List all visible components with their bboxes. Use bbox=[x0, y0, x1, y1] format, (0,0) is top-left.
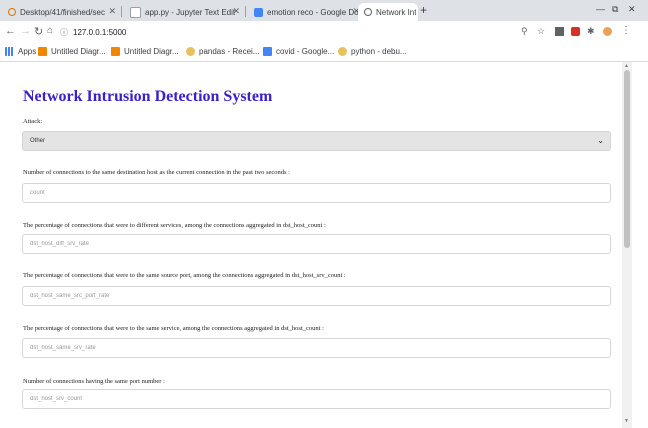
tab-desktop-finished[interactable]: Desktop/41/finished/sec ✕ bbox=[2, 3, 120, 21]
page-favicon-icon bbox=[130, 6, 141, 18]
bookmark-label: pandas - Recei... bbox=[199, 47, 260, 56]
profile-avatar-icon[interactable] bbox=[603, 27, 612, 36]
back-arrow-icon[interactable]: ← bbox=[5, 25, 16, 37]
new-tab-button[interactable]: + bbox=[420, 3, 427, 17]
count-input[interactable] bbox=[22, 183, 611, 203]
bookmark-star-icon[interactable]: ☆ bbox=[537, 26, 545, 37]
tab-emotion-reco[interactable]: emotion reco - Google Do ✕ bbox=[248, 3, 364, 21]
globe-favicon-icon bbox=[364, 8, 372, 16]
page-title: Network Intrusion Detection System bbox=[23, 88, 273, 105]
tab-separator bbox=[121, 6, 122, 17]
close-window-icon[interactable]: ✕ bbox=[628, 4, 636, 15]
home-icon[interactable]: ⌂ bbox=[47, 25, 53, 36]
menu-kebab-icon[interactable]: ⋮ bbox=[621, 25, 631, 36]
bookmark-pandas[interactable]: pandas - Recei... bbox=[186, 47, 259, 56]
docs-icon bbox=[263, 47, 272, 56]
dst-host-diff-srv-rate-label: The percentage of connections that were … bbox=[23, 222, 326, 229]
forward-arrow-icon[interactable]: → bbox=[20, 25, 31, 37]
docs-favicon-icon bbox=[254, 7, 263, 17]
dst-host-same-src-port-rate-input[interactable] bbox=[22, 286, 611, 306]
tab-separator bbox=[245, 6, 246, 17]
chevron-down-icon: ⌄ bbox=[597, 136, 604, 145]
bookmark-label: python - debu... bbox=[351, 47, 407, 56]
page-content: Network Intrusion Detection System Attac… bbox=[0, 62, 622, 428]
tab-title: app.py - Jupyter Text Edit bbox=[145, 7, 236, 17]
scrollbar-thumb[interactable] bbox=[624, 70, 630, 248]
info-icon[interactable]: ⓘ bbox=[60, 28, 68, 37]
browser-toolbar: ← → ↻ ⌂ ⓘ 127.0.0.1:5000 ⚲ ☆ ✱ ⋮ bbox=[0, 21, 648, 44]
bookmark-label: covid - Google... bbox=[276, 47, 335, 56]
reload-icon[interactable]: ↻ bbox=[34, 25, 43, 38]
close-tab-icon[interactable]: ✕ bbox=[232, 6, 240, 17]
dst-host-srv-count-input[interactable] bbox=[22, 389, 611, 409]
apps-grid-icon bbox=[5, 47, 14, 56]
extension-icon[interactable] bbox=[555, 27, 564, 36]
tab-app-py[interactable]: app.py - Jupyter Text Edit ✕ bbox=[124, 3, 244, 21]
bookmark-label: Untitled Diagr... bbox=[124, 47, 179, 56]
scroll-up-arrow-icon[interactable]: ▲ bbox=[624, 63, 629, 69]
zoom-icon[interactable]: ⚲ bbox=[521, 26, 528, 37]
minimize-icon[interactable]: — bbox=[596, 4, 605, 14]
bookmark-untitled-diagram-2[interactable]: Untitled Diagr... bbox=[111, 47, 179, 56]
pandas-icon bbox=[186, 47, 195, 56]
python-icon bbox=[338, 47, 347, 56]
tab-title: Desktop/41/finished/sec bbox=[20, 7, 105, 17]
bookmark-covid[interactable]: covid - Google... bbox=[263, 47, 334, 56]
folder-favicon-icon bbox=[8, 8, 16, 16]
bookmark-python[interactable]: python - debu... bbox=[338, 47, 407, 56]
restore-icon[interactable]: ⧉ bbox=[612, 4, 618, 15]
window-right-edge bbox=[632, 62, 648, 428]
vertical-scrollbar[interactable]: ▲ ▼ bbox=[622, 62, 632, 428]
drawio-icon bbox=[38, 47, 47, 56]
attack-select[interactable]: Other ⌄ bbox=[22, 131, 611, 151]
close-tab-icon[interactable]: ✕ bbox=[108, 6, 116, 17]
tab-network-intrusion-active[interactable]: Network Intrusion Detecti bbox=[358, 3, 418, 21]
dst-host-same-src-port-rate-label: The percentage of connections that were … bbox=[23, 272, 346, 279]
dst-host-same-srv-rate-input[interactable] bbox=[22, 338, 611, 358]
drawio-icon bbox=[111, 47, 120, 56]
count-label: Number of connections to the same destin… bbox=[23, 169, 290, 176]
scroll-down-arrow-icon[interactable]: ▼ bbox=[624, 418, 629, 424]
bookmark-apps[interactable]: Apps bbox=[5, 47, 36, 56]
bookmark-untitled-diagram-1[interactable]: Untitled Diagr... bbox=[38, 47, 106, 56]
bookmark-label: Untitled Diagr... bbox=[51, 47, 106, 56]
url-text: 127.0.0.1:5000 bbox=[73, 28, 127, 37]
tab-title: emotion reco - Google Do bbox=[267, 7, 359, 17]
tab-title: Network Intrusion Detecti bbox=[376, 7, 416, 17]
dst-host-srv-count-label: Number of connections having the same po… bbox=[23, 378, 165, 385]
address-bar[interactable]: ⓘ 127.0.0.1:5000 bbox=[60, 27, 126, 38]
puzzle-extensions-icon[interactable]: ✱ bbox=[587, 26, 595, 37]
attack-select-value: Other bbox=[30, 138, 46, 144]
attack-label: Attack: bbox=[23, 118, 43, 125]
dst-host-diff-srv-rate-input[interactable] bbox=[22, 234, 611, 254]
pocket-extension-icon[interactable] bbox=[571, 27, 580, 36]
bookmarks-bar: Apps Untitled Diagr... Untitled Diagr...… bbox=[0, 44, 648, 62]
tab-strip: Desktop/41/finished/sec ✕ app.py - Jupyt… bbox=[0, 0, 648, 21]
bookmark-label: Apps bbox=[18, 47, 37, 56]
dst-host-same-srv-rate-label: The percentage of connections that were … bbox=[23, 325, 324, 332]
